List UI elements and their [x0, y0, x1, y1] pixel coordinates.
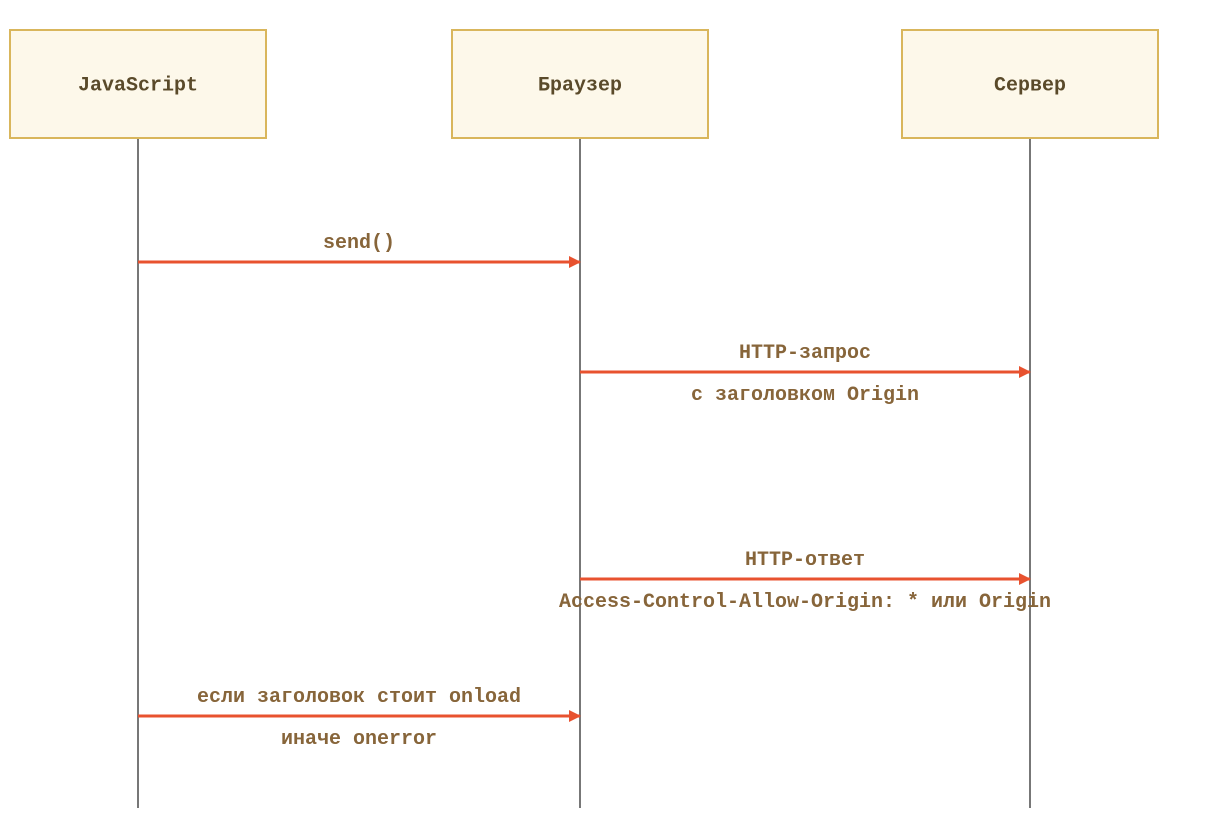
message-m1: send() — [138, 232, 580, 262]
message-label: HTTP-ответ — [745, 549, 865, 572]
message-sublabel: Access-Control-Allow-Origin: * или Origi… — [559, 591, 1051, 614]
message-sublabel: с заголовком Origin — [691, 384, 919, 407]
message-m2: HTTP-запрос с заголовком Origin — [580, 342, 1030, 407]
participant-server: Сервер — [902, 30, 1158, 138]
message-label: если заголовок стоит onload — [197, 686, 521, 709]
message-label: send() — [323, 232, 395, 255]
participant-js: JavaScript — [10, 30, 266, 138]
participant-label-browser: Браузер — [538, 74, 622, 97]
message-m4: если заголовок стоит onload иначе onerror — [138, 686, 580, 751]
participant-label-server: Сервер — [994, 74, 1066, 97]
participant-label-js: JavaScript — [78, 74, 198, 97]
message-sublabel: иначе onerror — [281, 728, 437, 751]
message-label: HTTP-запрос — [739, 342, 871, 365]
participant-browser: Браузер — [452, 30, 708, 138]
message-m3: HTTP-ответ Access-Control-Allow-Origin: *… — [559, 549, 1051, 614]
sequence-diagram: JavaScript Браузер Сервер send() HTTP-запро… — [0, 0, 1220, 822]
